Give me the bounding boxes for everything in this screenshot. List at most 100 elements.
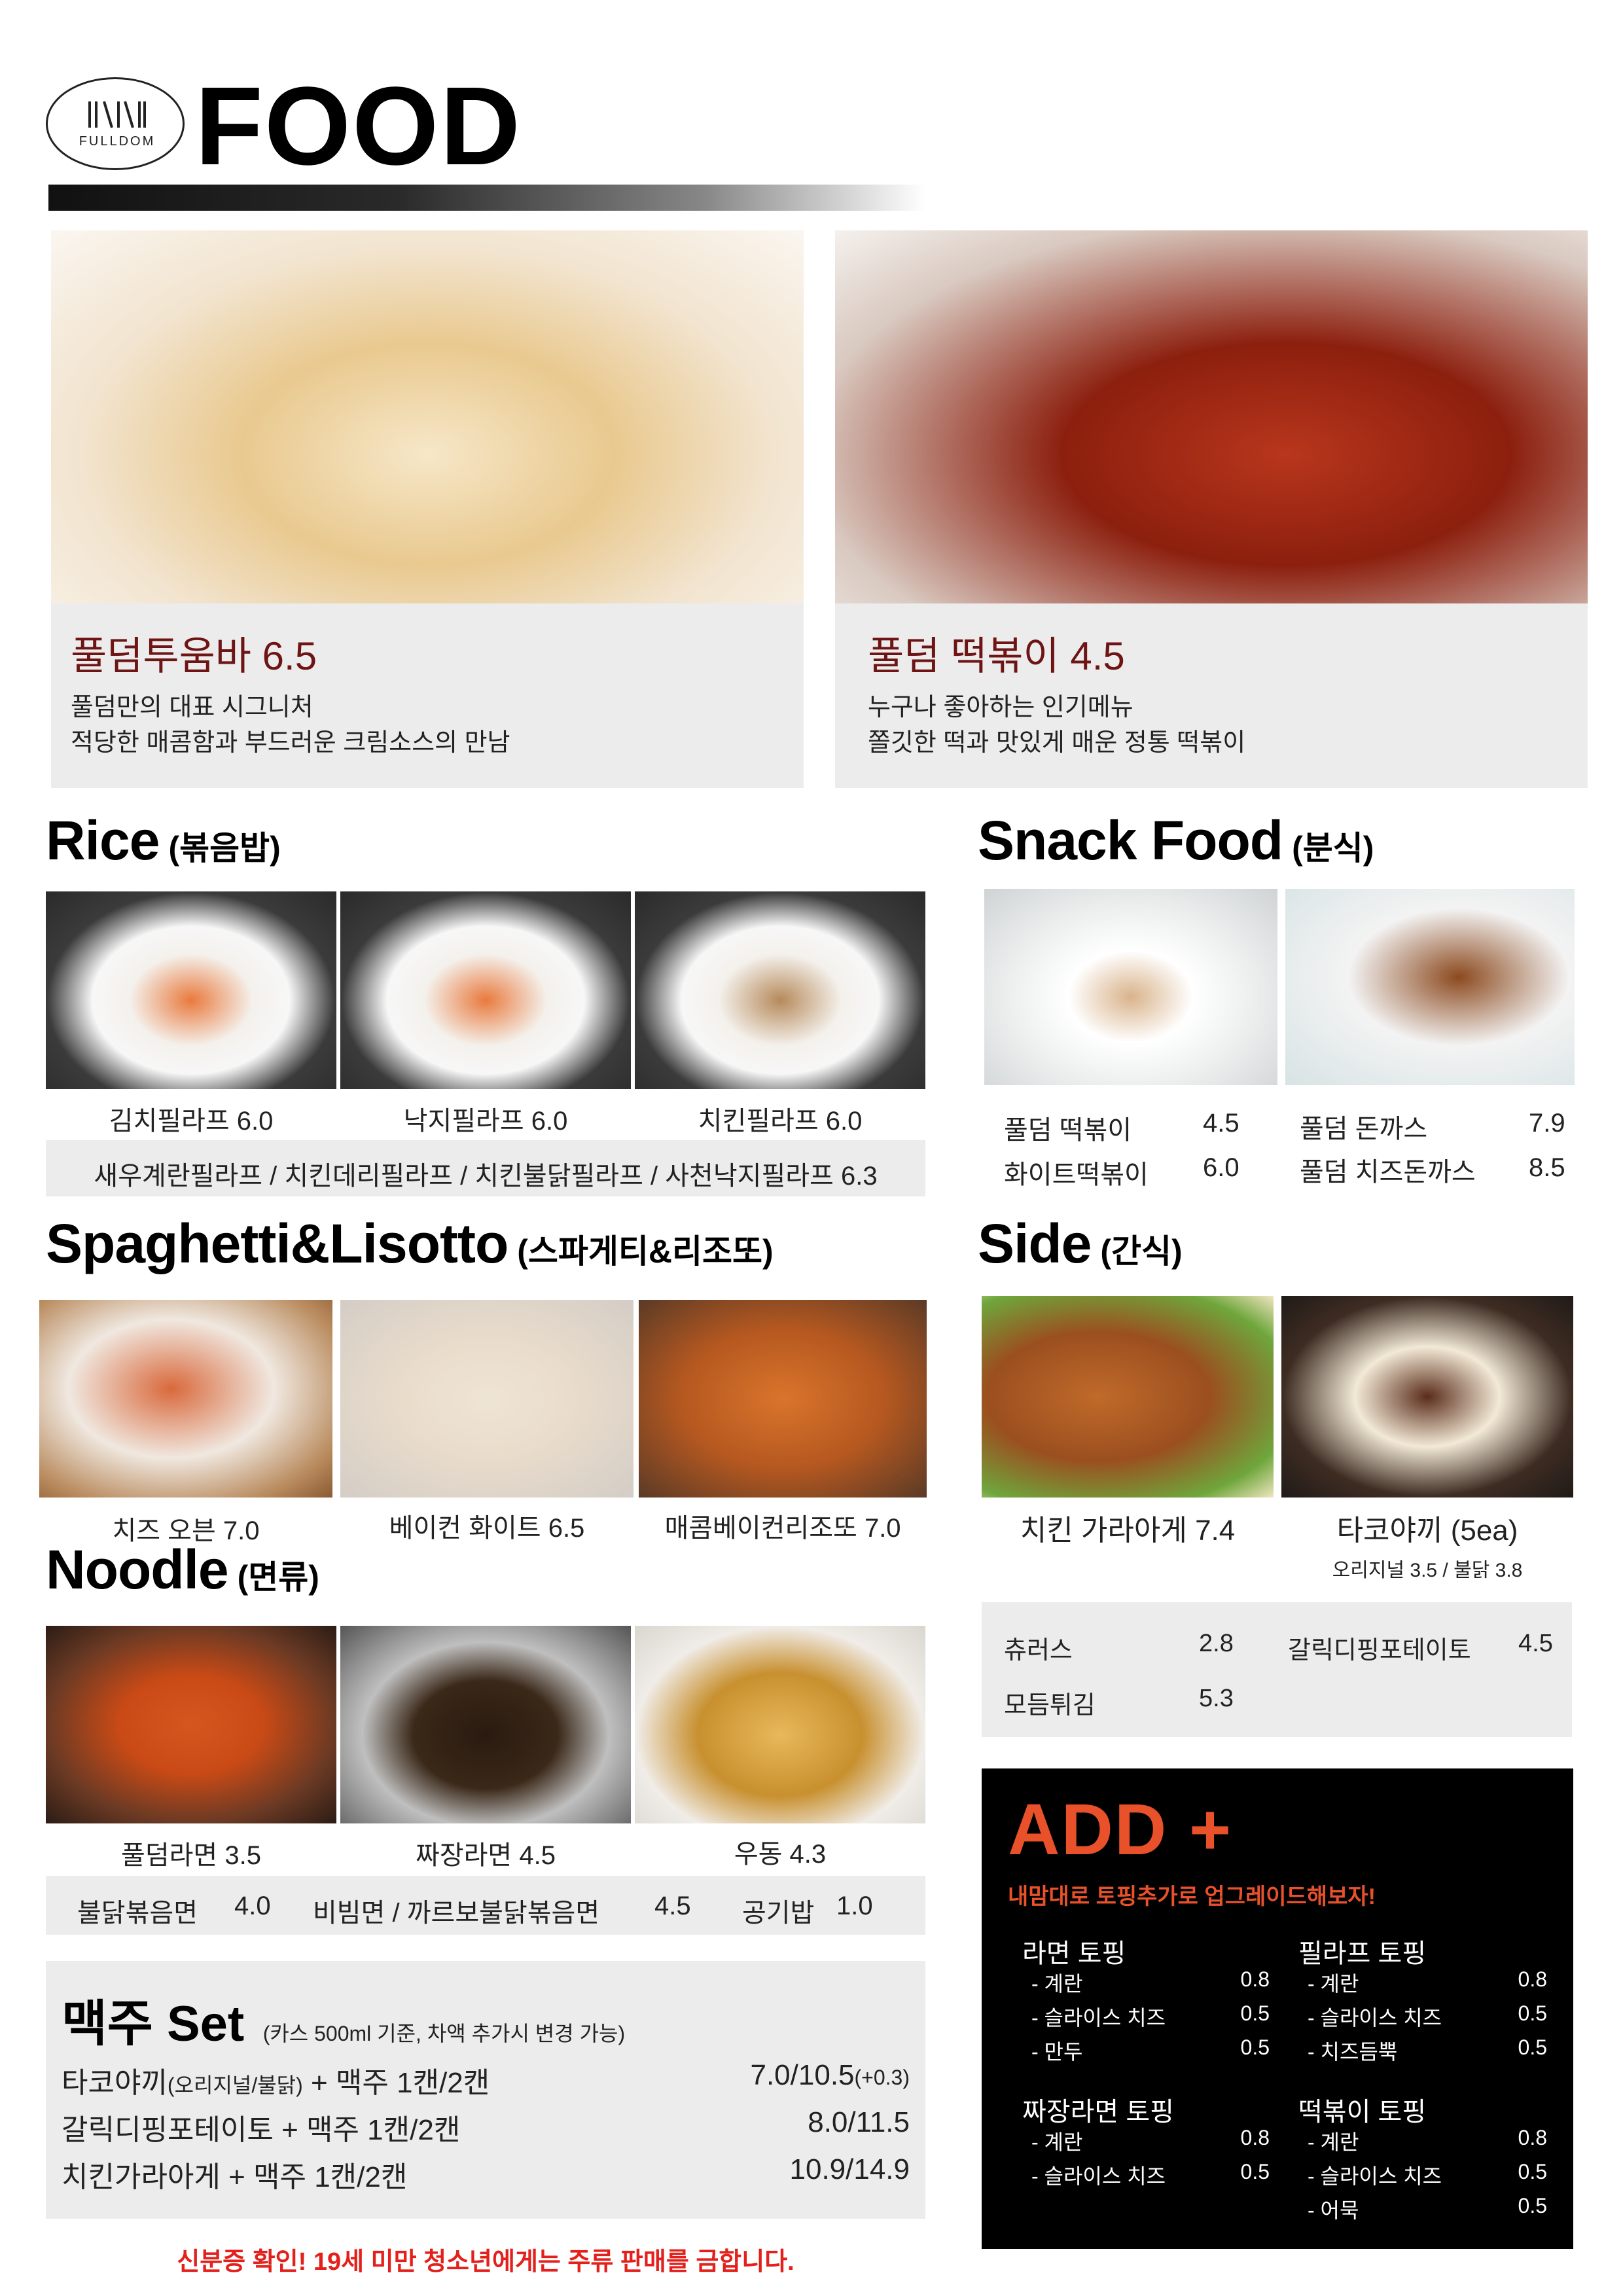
snack-item-price: 4.5 (1203, 1109, 1240, 1138)
takoyaki-price-note: 오리지널 3.5 / 불닭 3.8 (1332, 1560, 1523, 1581)
topping-item-price: 0.5 (1240, 2001, 1270, 2025)
page-title: FOOD (195, 64, 522, 188)
beer-set-row-price: 8.0/11.5 (808, 2106, 910, 2138)
topping-item-name: - 슬라이스 치즈 (1308, 2006, 1442, 2030)
topping-item-name: - 치즈듬뿍 (1308, 2040, 1398, 2064)
beer-set-row-name: 타코야끼(오리지널/불닭) + 맥주 1캔/2캔 (62, 2059, 490, 2101)
beer-set-row-name: 갈릭디핑포테이토 + 맥주 1캔/2캔 (62, 2114, 461, 2146)
rice-item-label: 치킨필라프 6.0 (698, 1107, 863, 1136)
chicken-karaage-photo (982, 1296, 1274, 1498)
topping-item-name: - 어묵 (1308, 2198, 1359, 2222)
topping-item-name: - 슬라이스 치즈 (1031, 2164, 1166, 2188)
beer-set-row-price: 7.0/10.5(+0.3) (750, 2059, 910, 2092)
kimchi-pilaf-photo (46, 891, 336, 1089)
section-title-rice: Rice (볶음밥) (46, 809, 281, 872)
noodle-extra-panel: 불닭볶음면 4.0 비빔면 / 까르보불닭볶음면 4.5 공기밥 1.0 (46, 1876, 925, 1935)
add-topping-panel: ADD + 내맘대로 토핑추가로 업그레이드해보자! 라면 토핑 - 계란 0.… (982, 1768, 1573, 2249)
section-title-noodle: Noodle (면류) (46, 1538, 319, 1602)
snack-item-name: 풀덤 돈까스 (1300, 1115, 1428, 1143)
highlight-desc-line2: 적당한 매콤함과 부드러운 크림소스의 만남 (71, 729, 510, 757)
topping-item-name: - 계란 (1031, 2130, 1083, 2154)
udon-photo (635, 1626, 925, 1823)
snack-item-name: 풀덤 치즈돈까스 (1300, 1158, 1476, 1187)
topping-item-price: 0.5 (1240, 2036, 1270, 2059)
spaghetti-item-label: 베이컨 화이트 6.5 (389, 1514, 585, 1543)
highlight-desc-line1: 누구나 좋아하는 인기메뉴 (868, 694, 1133, 721)
fulldom-logo: FULLDOM (46, 77, 185, 170)
beer-set-row-name-rest: + 맥주 1캔/2캔 (302, 2067, 490, 2099)
rice-extra-text: 새우계란필라프 / 치킨데리필라프 / 치킨불닭필라프 / 사천낙지필라프 6.… (94, 1162, 878, 1191)
takoyaki-photo (1281, 1296, 1573, 1498)
jjajang-ramen-photo (340, 1626, 631, 1823)
side-item-label: 타코야끼 (5ea) (1336, 1515, 1518, 1547)
topping-item-price: 0.5 (1518, 2194, 1547, 2217)
header-gradient-bar (48, 185, 925, 211)
noodle-item-label: 풀덤라면 3.5 (121, 1841, 261, 1870)
topping-item-name: - 계란 (1031, 1972, 1083, 1996)
spaghetti-item-label: 매콤베이컨리조또 7.0 (664, 1514, 901, 1543)
section-subtitle: (볶음밥) (168, 830, 281, 867)
noodle-item-label: 짜장라면 4.5 (416, 1841, 556, 1870)
section-title-side: Side (간식) (978, 1212, 1183, 1276)
side-extra-price: 5.3 (1199, 1685, 1234, 1712)
add-subtitle: 내맘대로 토핑추가로 업그레이드해보자! (1008, 1884, 1376, 1909)
highlight-card-tteokbokki: 풀덤 떡볶이 4.5 누구나 좋아하는 인기메뉴 쫄깃한 떡과 맛있게 매운 정… (835, 230, 1588, 788)
beer-set-row-price: 10.9/14.9 (789, 2153, 910, 2185)
topping-item-price: 0.8 (1240, 2126, 1270, 2149)
beer-set-row-name-main: 타코야끼 (62, 2067, 168, 2099)
side-extra-price: 4.5 (1518, 1630, 1553, 1657)
noodle-extra-name: 불닭볶음면 (77, 1899, 198, 1928)
section-subtitle: (스파게티&리조또) (517, 1233, 774, 1270)
beer-set-row-price-value: 7.0/10.5 (750, 2059, 855, 2091)
topping-item-price: 0.8 (1240, 1967, 1270, 1991)
logo-bars-icon (84, 99, 150, 129)
bacon-risotto-photo (639, 1300, 927, 1498)
noodle-extra-name: 공기밥 (742, 1899, 815, 1928)
noodle-extra-price: 1.0 (836, 1892, 873, 1920)
side-extra-price: 2.8 (1199, 1630, 1234, 1657)
side-extra-name: 츄러스 (1004, 1637, 1073, 1664)
beer-set-panel: 맥주 Set (카스 500ml 기준, 차액 추가시 변경 가능) 타코야끼(… (46, 1961, 925, 2219)
beer-set-title-text: 맥주 Set (62, 1996, 245, 2052)
noodle-extra-price: 4.5 (654, 1892, 691, 1920)
section-subtitle: (면류) (237, 1559, 319, 1596)
snack-item-price: 8.5 (1529, 1153, 1565, 1182)
section-title-text: Snack Food (978, 810, 1283, 871)
section-title-text: Side (978, 1213, 1092, 1274)
donkatsu-photo (1285, 889, 1575, 1085)
snack-item-price: 6.0 (1203, 1153, 1240, 1182)
side-extra-name: 갈릭디핑포테이토 (1288, 1637, 1471, 1664)
topping-group-title: 필라프 토핑 (1298, 1939, 1427, 1968)
highlight-name: 풀덤투움바 6.5 (71, 634, 317, 678)
snack-item-price: 7.9 (1529, 1109, 1565, 1138)
rice-item-label: 낙지필라프 6.0 (403, 1107, 568, 1136)
topping-item-price: 0.5 (1518, 2036, 1547, 2059)
highlight-desc-line2: 쫄깃한 떡과 맛있게 매운 정통 떡볶이 (868, 729, 1246, 757)
topping-item-price: 0.5 (1518, 2160, 1547, 2183)
noodle-extra-price: 4.0 (234, 1892, 271, 1920)
section-title-snack: Snack Food (분식) (978, 809, 1374, 872)
noodle-item-label: 우동 4.3 (734, 1840, 827, 1869)
bacon-white-photo (340, 1300, 633, 1498)
section-title-text: Spaghetti&Lisotto (46, 1213, 508, 1274)
beer-set-title: 맥주 Set (카스 500ml 기준, 차액 추가시 변경 가능) (62, 1983, 625, 2055)
toomba-pasta-photo (51, 230, 804, 603)
highlight-desc-line1: 풀덤만의 대표 시그니처 (71, 694, 313, 721)
cheese-oven-photo (39, 1300, 332, 1498)
add-title: ADD + (1008, 1789, 1233, 1870)
topping-item-name: - 계란 (1308, 2130, 1359, 2154)
beer-set-note: (카스 500ml 기준, 차액 추가시 변경 가능) (262, 2022, 626, 2045)
topping-group-title: 짜장라면 토핑 (1022, 2098, 1174, 2126)
fulldom-ramen-photo (46, 1626, 336, 1823)
topping-item-price: 0.5 (1518, 2001, 1547, 2025)
section-title-text: Rice (46, 810, 160, 871)
rice-extra-panel: 새우계란필라프 / 치킨데리필라프 / 치킨불닭필라프 / 사천낙지필라프 6.… (46, 1140, 925, 1196)
logo-text: FULLDOM (79, 134, 156, 149)
side-extra-panel: 츄러스 2.8 갈릭디핑포테이토 4.5 모듬튀김 5.3 (982, 1602, 1572, 1737)
age-warning: 신분증 확인! 19세 미만 청소년에게는 주류 판매를 금합니다. (177, 2248, 794, 2276)
side-item-label: 치킨 가라아게 7.4 (1020, 1515, 1236, 1547)
topping-item-name: - 만두 (1031, 2040, 1083, 2064)
snack-item-name: 화이트떡볶이 (1004, 1160, 1149, 1189)
topping-item-price: 0.5 (1240, 2160, 1270, 2183)
nakji-pilaf-photo (340, 891, 631, 1089)
